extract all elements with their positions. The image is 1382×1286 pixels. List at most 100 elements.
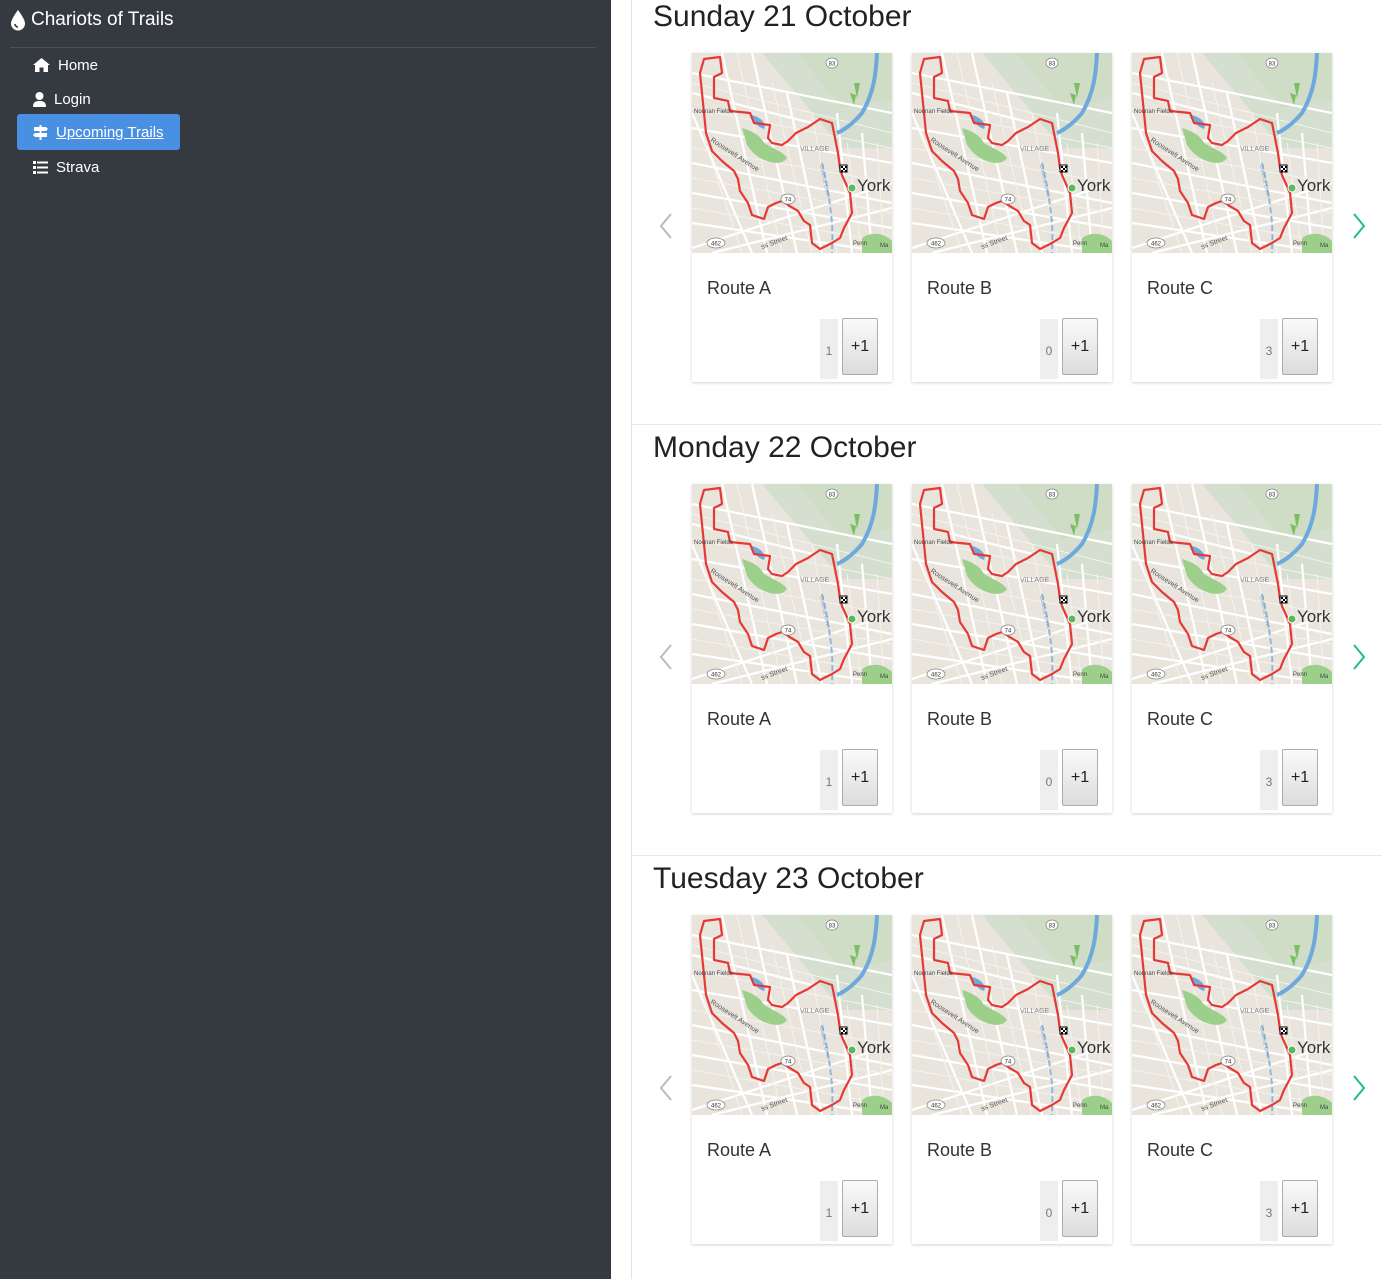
route-name: Route B [927,1140,993,1160]
day-title: Monday 22 October [653,431,917,464]
carousel-next-button[interactable] [1349,210,1369,242]
map-label: York [1297,607,1331,626]
map-label: Penn [853,241,867,247]
vote-count: 1 [820,750,838,810]
route-name: Route A [707,278,772,298]
plus-one-button[interactable]: +1 [842,1180,878,1237]
route-map[interactable]: 83 74 462 Noonan Fields Roosevelt Avenue… [912,915,1112,1115]
map-label: Ma [880,674,889,680]
map-label: VILLAGE [1240,577,1270,584]
chevron-left-icon [659,1075,672,1101]
route-map[interactable]: 83 74 462 Noonan Fields Roosevelt Avenue… [912,484,1112,684]
map-label: 83 [1049,493,1056,499]
plus-one-button[interactable]: +1 [842,749,878,806]
carousel-next-button[interactable] [1349,641,1369,673]
map-label: Noonan Fields [694,971,733,977]
map-label: 74 [1225,1060,1232,1066]
route-map[interactable]: 83 74 462 Noonan Fields Roosevelt Avenue… [692,484,892,684]
user-icon [33,91,46,107]
sidebar-item-label: Strava [56,158,100,176]
map-label: Penn [1073,241,1087,247]
route-name: Route B [927,709,993,729]
map-label: 74 [1005,629,1012,635]
carousel-prev-button[interactable] [656,1072,676,1104]
map-label: VILLAGE [1240,1008,1270,1015]
map-label: 462 [1151,242,1162,248]
sidebar-item-upcoming-trails[interactable]: Upcoming Trails [17,114,180,150]
plus-one-button[interactable]: +1 [1062,318,1098,375]
route-map[interactable]: 83 74 462 Noonan Fields Roosevelt Avenue… [1132,915,1332,1115]
map-label: Ma [1100,674,1109,680]
plus-one-button[interactable]: +1 [1282,1180,1318,1237]
sidebar-item-label: Home [58,56,99,74]
plus-one-button[interactable]: +1 [1062,749,1098,806]
vote-count: 0 [1040,750,1058,810]
map-label: 83 [829,62,836,68]
map-label: Noonan Fields [1134,109,1173,115]
map-label: 74 [1225,198,1232,204]
map-label: Ma [880,243,889,249]
main-content: Sunday 21 October 83 74 462 Noonan Field… [631,0,1382,1279]
sidebar-item-home[interactable]: Home [17,47,98,83]
vote-count: 3 [1260,750,1278,810]
chevron-right-icon [1353,1075,1366,1101]
plus-one-button[interactable]: +1 [1062,1180,1098,1237]
chevron-left-icon [659,644,672,670]
map-label: Penn [1073,672,1087,678]
day-title: Sunday 21 October [653,0,912,33]
map-label: Penn [1293,672,1307,678]
plus-one-button[interactable]: +1 [842,318,878,375]
route-map[interactable]: 83 74 462 Noonan Fields Roosevelt Avenue… [1132,53,1332,253]
route-card: 83 74 462 Noonan Fields Roosevelt Avenue… [692,915,892,1244]
sidebar: Chariots of Trails Home Login Upcoming T… [0,0,611,1279]
route-map[interactable]: 83 74 462 Noonan Fields Roosevelt Avenue… [1132,484,1332,684]
chevron-left-icon [659,213,672,239]
map-label: Noonan Fields [914,540,953,546]
carousel-prev-button[interactable] [656,641,676,673]
vote-count: 1 [820,319,838,379]
carousel-next-button[interactable] [1349,1072,1369,1104]
map-label: Noonan Fields [1134,540,1173,546]
map-label: Penn [853,672,867,678]
map-label: Noonan Fields [914,109,953,115]
map-label: 462 [931,673,942,679]
sidebar-item-login[interactable]: Login [17,81,91,117]
vote-count: 1 [820,1181,838,1241]
route-map[interactable]: 83 74 462 Noonan Fields Roosevelt Avenue… [912,53,1112,253]
map-label: 462 [711,673,722,679]
map-label: Ma [1320,243,1329,249]
drop-icon [11,10,25,31]
map-label: Ma [880,1105,889,1111]
carousel-prev-button[interactable] [656,210,676,242]
sidebar-item-label: Login [54,90,91,108]
route-map[interactable]: 83 74 462 Noonan Fields Roosevelt Avenue… [692,53,892,253]
route-name: Route A [707,1140,772,1160]
map-label: Ma [1320,674,1329,680]
map-label: Noonan Fields [694,109,733,115]
map-label: VILLAGE [1020,1008,1050,1015]
brand[interactable]: Chariots of Trails [10,8,174,32]
map-label: VILLAGE [800,577,830,584]
plus-one-button[interactable]: +1 [1282,318,1318,375]
route-name: Route C [1147,709,1214,729]
plus-one-button[interactable]: +1 [1282,749,1318,806]
map-label: York [1077,176,1111,195]
map-label: 74 [1225,629,1232,635]
vote-count: 0 [1040,319,1058,379]
route-card: 83 74 462 Noonan Fields Roosevelt Avenue… [692,53,892,382]
map-label: Ma [1100,243,1109,249]
map-label: 462 [1151,1104,1162,1110]
route-card: 83 74 462 Noonan Fields Roosevelt Avenue… [912,915,1112,1244]
list-icon [33,160,48,174]
map-label: Noonan Fields [1134,971,1173,977]
day-section: Tuesday 23 October 83 74 462 Noonan Fiel… [632,855,1382,1286]
route-map[interactable]: 83 74 462 Noonan Fields Roosevelt Avenue… [692,915,892,1115]
vote-count: 0 [1040,1181,1058,1241]
map-label: 74 [785,1060,792,1066]
map-label: 462 [711,242,722,248]
map-label: Ma [1320,1105,1329,1111]
map-label: VILLAGE [800,146,830,153]
map-label: York [1297,176,1331,195]
sidebar-item-strava[interactable]: Strava [17,149,99,185]
map-label: VILLAGE [1240,146,1270,153]
